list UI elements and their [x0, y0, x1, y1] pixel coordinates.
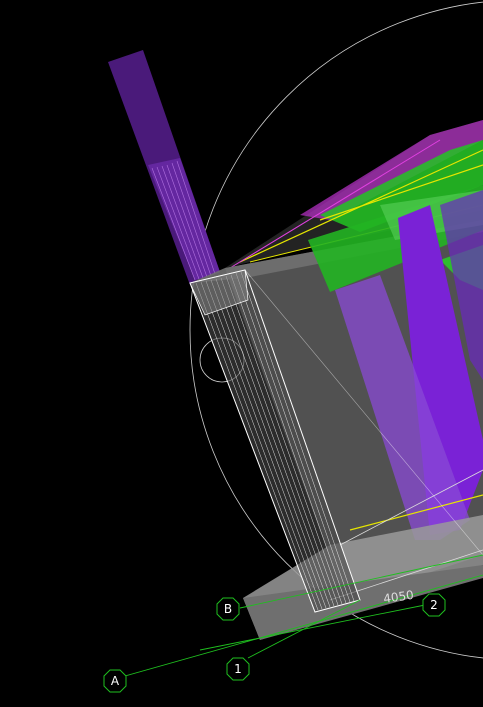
grid-bubble-a[interactable]: A: [103, 669, 127, 693]
grid-bubble-b[interactable]: B: [216, 597, 240, 621]
grid-bubble-2-label: 2: [430, 598, 438, 612]
grid-bubble-2[interactable]: 2: [422, 593, 446, 617]
grid-bubble-a-label: A: [111, 674, 120, 688]
grid-bubble-1[interactable]: 1: [226, 657, 250, 681]
grid-bubble-b-label: B: [224, 602, 232, 616]
grid-bubble-1-label: 1: [234, 662, 242, 676]
model-viewport[interactable]: 4050 A B 1 2: [0, 0, 483, 707]
